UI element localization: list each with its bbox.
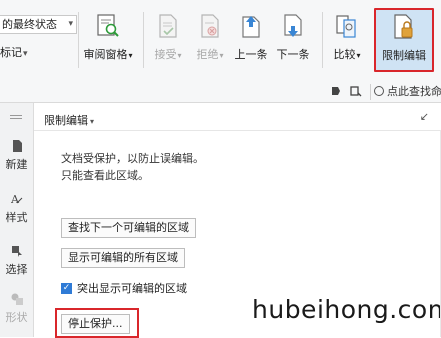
review-pane-button[interactable]: 审阅窗格▾ <box>79 12 137 68</box>
restrict-editing-panel: 限制编辑 ▾ ↙ 文档受保护，以防止误编辑。 只能查看此区域。 查找下一个可编辑的… <box>34 103 441 338</box>
collapse-arrow-icon[interactable]: ↙ <box>420 110 429 123</box>
restrict-editing-label: 限制编辑 <box>382 49 426 62</box>
shapes-icon <box>11 293 23 305</box>
next-change-icon <box>280 12 306 40</box>
ribbon-separator <box>322 12 323 68</box>
previous-change-button[interactable]: 上一条 <box>232 12 270 68</box>
command-search-input[interactable]: 点此查找命 <box>370 84 441 100</box>
protection-message: 文档受保护，以防止误编辑。 <box>61 152 204 165</box>
review-pane-icon <box>95 12 121 40</box>
stop-protection-highlight: 停止保护... <box>55 308 139 338</box>
review-pane-label: 审阅窗格 <box>83 48 128 61</box>
compare-button[interactable]: 比较▾ <box>327 12 367 68</box>
compare-icon <box>334 12 360 40</box>
sidebar-item-select[interactable]: 选择 <box>0 245 33 277</box>
quick-toolbar: 点此查找命 <box>0 82 441 103</box>
previous-change-label: 上一条 <box>234 48 268 61</box>
markup-display-combo[interactable]: 的最终状态 ▾ <box>0 15 77 34</box>
stop-protection-button[interactable]: 停止保护... <box>61 314 130 334</box>
chevron-down-icon: ▾ <box>68 19 73 29</box>
restrict-editing-button[interactable]: 限制编辑 <box>374 8 434 72</box>
accept-label: 接受 <box>154 48 177 61</box>
paste-format-icon[interactable] <box>349 85 363 99</box>
panel-title: 限制编辑 <box>44 114 88 127</box>
sidebar-item-new[interactable]: 新建 <box>0 140 33 172</box>
markup-menu-label: 标记 <box>0 46 22 59</box>
review-ribbon: 的最终状态 ▾ 标记▾ 审阅窗格▾ 接受▾ 拒绝▾ 上一条 下一条 比较▾ 限制… <box>0 0 441 83</box>
reject-label: 拒绝 <box>196 48 219 61</box>
show-all-editable-button[interactable]: 显示可编辑的所有区域 <box>61 248 185 268</box>
accept-document-icon <box>155 12 181 40</box>
previous-change-icon <box>238 12 264 40</box>
markup-display-value: 的最终状态 <box>2 18 57 31</box>
highlight-editable-checkbox[interactable]: ✓ <box>61 282 72 294</box>
next-change-button[interactable]: 下一条 <box>274 12 312 68</box>
panel-title-menu[interactable]: 限制编辑 ▾ <box>44 112 94 128</box>
reject-button[interactable]: 拒绝▾ <box>192 12 228 68</box>
command-search-placeholder: 点此查找命 <box>387 85 441 98</box>
sidebar-item-label: 新建 <box>5 158 28 171</box>
search-icon <box>374 86 384 96</box>
find-next-editable-button[interactable]: 查找下一个可编辑的区域 <box>61 218 196 238</box>
sidebar-item-label: 形状 <box>5 311 28 324</box>
reject-document-icon <box>197 12 223 40</box>
chevron-down-icon: ▾ <box>23 49 28 59</box>
next-change-label: 下一条 <box>276 48 310 61</box>
select-cursor-icon <box>11 246 22 257</box>
accept-button[interactable]: 接受▾ <box>150 12 186 68</box>
watermark-text: hubeihong.com <box>252 295 441 324</box>
restrict-editing-lock-icon <box>391 13 417 41</box>
ribbon-separator <box>143 12 144 68</box>
side-task-bar: 新建 A 样式 选择 形状 <box>0 103 34 337</box>
chevron-down-icon: ▾ <box>90 117 95 126</box>
sidebar-item-shapes[interactable]: 形状 <box>0 293 33 325</box>
sidebar-item-label: 样式 <box>5 211 28 224</box>
sidebar-item-label: 选择 <box>5 263 28 276</box>
new-document-icon <box>12 140 22 152</box>
svg-text:A: A <box>11 193 20 205</box>
compare-label: 比较 <box>333 48 356 61</box>
styles-icon: A <box>11 193 22 205</box>
sidebar-item-styles[interactable]: A 样式 <box>0 193 33 225</box>
protection-submessage: 只能查看此区域。 <box>61 169 149 182</box>
markup-menu-button[interactable]: 标记▾ <box>0 44 28 60</box>
highlight-editable-option[interactable]: ✓ 突出显示可编辑的区域 <box>61 280 187 296</box>
highlight-editable-label: 突出显示可编辑的区域 <box>77 282 187 295</box>
grip-icon <box>10 115 22 116</box>
format-brush-icon[interactable] <box>329 85 343 99</box>
panel-divider <box>34 130 441 131</box>
